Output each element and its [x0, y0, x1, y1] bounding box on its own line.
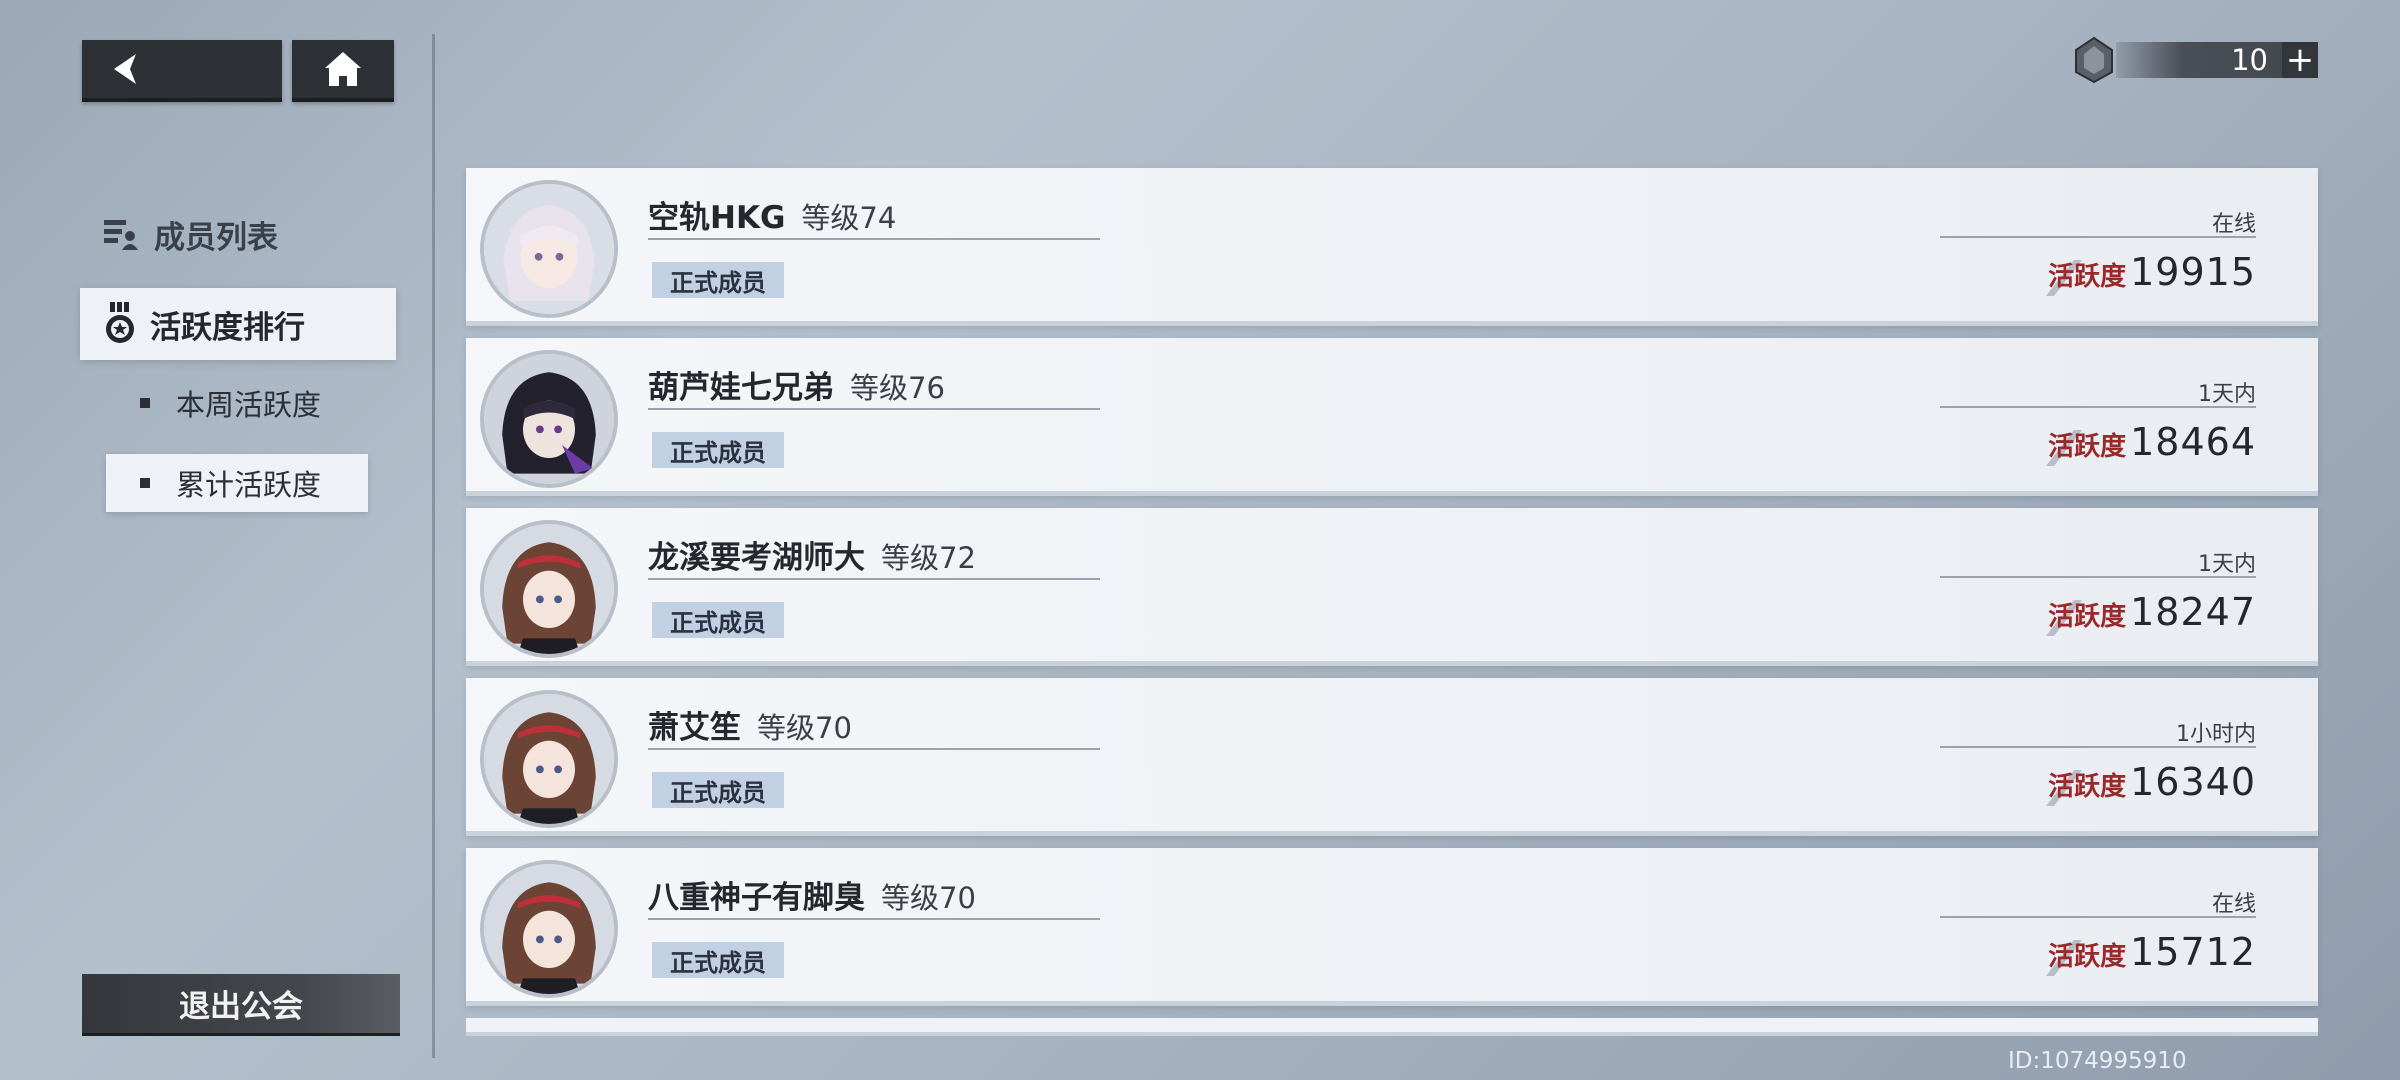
- name-divider: [648, 748, 1100, 750]
- member-list: 空轨HKG 等级74 正式成员 在线 活跃度 19915 葫芦娃七兄弟 等级76…: [466, 168, 2318, 1018]
- home-button[interactable]: [292, 40, 394, 102]
- member-level: 等级76: [850, 371, 945, 405]
- member-activity: 活跃度 16340: [2048, 760, 2256, 804]
- member-activity: 活跃度 18247: [2048, 590, 2256, 634]
- member-name: 八重神子有脚臭: [648, 880, 865, 916]
- crystal-currency-icon: [2075, 36, 2113, 84]
- activity-value: 18247: [2130, 590, 2256, 634]
- home-icon: [325, 52, 361, 86]
- member-level: 等级70: [881, 881, 976, 915]
- member-name: 龙溪要考湖师大: [648, 540, 865, 576]
- currency-add-button[interactable]: +: [2282, 42, 2318, 78]
- activity-value: 16340: [2130, 760, 2256, 804]
- member-online-status: 1小时内: [2176, 722, 2256, 747]
- status-divider: [1940, 236, 2256, 238]
- member-card[interactable]: 空轨HKG 等级74 正式成员 在线 活跃度 19915: [466, 168, 2318, 326]
- nav-activity-rank[interactable]: 活跃度排行: [80, 288, 396, 360]
- currency-display: 10 +: [2072, 36, 2318, 84]
- dark-hair-avatar-icon: [484, 354, 614, 484]
- medal-icon: [106, 302, 134, 343]
- member-level: 等级74: [801, 201, 897, 235]
- member-card[interactable]: 葫芦娃七兄弟 等级76 正式成员 1天内 活跃度 18464: [466, 338, 2318, 496]
- member-card[interactable]: 龙溪要考湖师大 等级72 正式成员 1天内 活跃度 18247: [466, 508, 2318, 666]
- sub-total-activity[interactable]: 累计活跃度: [106, 454, 368, 512]
- member-role-badge: 正式成员: [652, 262, 784, 298]
- brown-hair-avatar-icon: [484, 864, 614, 994]
- activity-label: 活跃度: [2048, 772, 2127, 802]
- name-divider: [648, 578, 1100, 580]
- status-divider: [1940, 746, 2256, 748]
- name-divider: [648, 408, 1100, 410]
- bullet-icon: [140, 398, 150, 408]
- leave-guild-label: 退出公会: [179, 989, 303, 1025]
- back-button[interactable]: [82, 40, 282, 102]
- member-name-row: 八重神子有脚臭 等级70: [648, 872, 976, 917]
- currency-amount: 10: [2116, 42, 2282, 78]
- brown-hair-avatar-icon: [484, 524, 614, 654]
- member-list-icon: [104, 219, 138, 250]
- member-name-row: 龙溪要考湖师大 等级72: [648, 532, 976, 577]
- member-level: 等级72: [881, 541, 976, 575]
- brown-hair-avatar-icon: [484, 694, 614, 824]
- member-activity: 活跃度 18464: [2048, 420, 2256, 464]
- sub-week-label: 本周活跃度: [176, 388, 322, 422]
- activity-value: 18464: [2130, 420, 2256, 464]
- member-activity: 活跃度 19915: [2048, 250, 2256, 294]
- member-card-partial[interactable]: [466, 1018, 2318, 1036]
- member-avatar[interactable]: [480, 690, 618, 828]
- member-activity: 活跃度 15712: [2048, 930, 2256, 974]
- member-online-status: 1天内: [2198, 382, 2256, 407]
- member-online-status: 1天内: [2198, 552, 2256, 577]
- nav-member-list[interactable]: 成员列表: [102, 212, 278, 257]
- activity-label: 活跃度: [2048, 262, 2127, 292]
- white-hair-avatar-icon: [484, 184, 614, 314]
- activity-value: 19915: [2130, 250, 2256, 294]
- member-name-row: 葫芦娃七兄弟 等级76: [648, 362, 945, 407]
- activity-value: 15712: [2130, 930, 2256, 974]
- member-avatar[interactable]: [480, 520, 618, 658]
- member-avatar[interactable]: [480, 350, 618, 488]
- sub-total-label: 累计活跃度: [176, 468, 322, 502]
- member-avatar[interactable]: [480, 180, 618, 318]
- member-level: 等级70: [757, 711, 852, 745]
- leave-guild-button[interactable]: 退出公会: [82, 974, 400, 1036]
- back-arrow-icon: [114, 54, 136, 84]
- status-divider: [1940, 406, 2256, 408]
- member-online-status: 在线: [2211, 892, 2256, 917]
- member-name: 葫芦娃七兄弟: [648, 370, 834, 406]
- player-id: ID:1074995910: [2008, 1048, 2187, 1074]
- name-divider: [648, 238, 1100, 240]
- member-name: 空轨HKG: [648, 200, 786, 236]
- member-card[interactable]: 萧艾笙 等级70 正式成员 1小时内 活跃度 16340: [466, 678, 2318, 836]
- member-avatar[interactable]: [480, 860, 618, 998]
- name-divider: [648, 918, 1100, 920]
- member-role-badge: 正式成员: [652, 942, 784, 978]
- member-online-status: 在线: [2211, 212, 2256, 237]
- member-name-row: 空轨HKG 等级74: [648, 192, 896, 237]
- nav-activity-rank-label: 活跃度排行: [150, 309, 305, 346]
- status-divider: [1940, 576, 2256, 578]
- member-role-badge: 正式成员: [652, 602, 784, 638]
- activity-label: 活跃度: [2048, 942, 2127, 972]
- activity-label: 活跃度: [2048, 602, 2127, 632]
- member-card[interactable]: 八重神子有脚臭 等级70 正式成员 在线 活跃度 15712: [466, 848, 2318, 1006]
- activity-label: 活跃度: [2048, 432, 2127, 462]
- member-name: 萧艾笙: [648, 710, 741, 746]
- sidebar-divider: [432, 34, 435, 1058]
- bullet-icon: [140, 478, 150, 488]
- member-role-badge: 正式成员: [652, 432, 784, 468]
- nav-member-list-label: 成员列表: [154, 220, 278, 256]
- member-name-row: 萧艾笙 等级70: [648, 702, 852, 747]
- member-role-badge: 正式成员: [652, 772, 784, 808]
- status-divider: [1940, 916, 2256, 918]
- sub-week-activity[interactable]: 本周活跃度: [140, 383, 321, 423]
